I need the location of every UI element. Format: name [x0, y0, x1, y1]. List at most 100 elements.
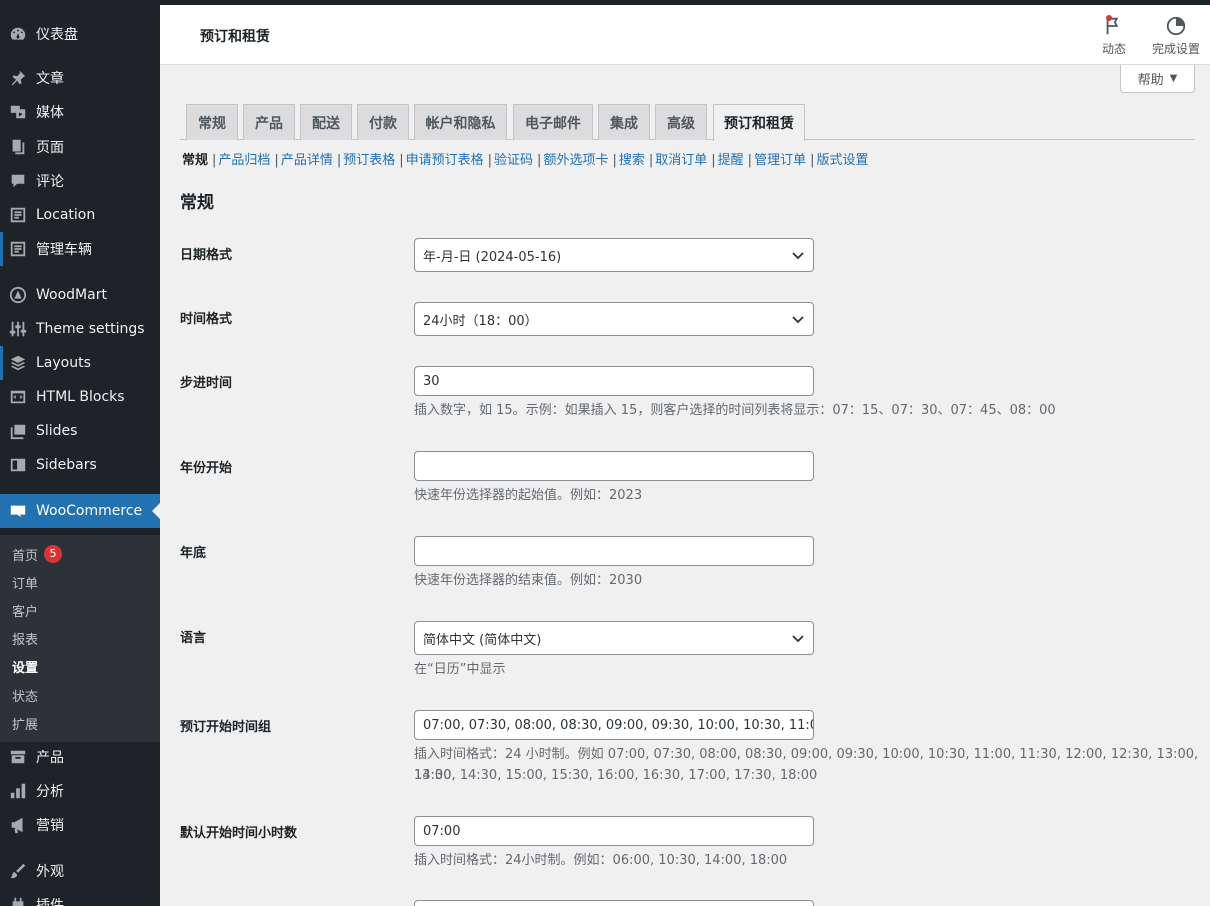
language-description: 在“日历”中显示	[414, 662, 506, 677]
tab-emails[interactable]: 电子邮件	[513, 104, 593, 140]
menu-theme-settings[interactable]: Theme settings	[0, 312, 160, 346]
menu-layouts[interactable]: Layouts	[0, 346, 160, 380]
menu-dashboard[interactable]: 仪表盘	[0, 17, 160, 51]
menu-sidebars[interactable]: Sidebars	[0, 448, 160, 482]
menu-label: 插件	[36, 898, 64, 906]
year-start-input[interactable]	[414, 451, 814, 481]
tab-accounts-privacy[interactable]: 帐户和隐私	[414, 104, 507, 140]
subnav-layout-settings[interactable]: 版式设置	[816, 153, 868, 168]
default-start-description: 插入时间格式：24小时制。例如：06:00, 10:30, 14:00, 18:…	[414, 853, 788, 868]
dashboard-icon	[8, 24, 28, 44]
start-times-input[interactable]: 07:00, 07:30, 08:00, 08:30, 09:00, 09:30…	[414, 710, 814, 740]
subnav-reminder[interactable]: 提醒	[718, 153, 744, 168]
next-field-input[interactable]	[414, 900, 814, 906]
tab-booking-rental[interactable]: 预订和租赁	[713, 104, 805, 141]
subnav-request-booking-form[interactable]: 申请预订表格	[406, 153, 484, 168]
time-format-select[interactable]: 24小时（18：00）	[414, 302, 814, 336]
submenu-orders[interactable]: 订单	[12, 570, 38, 594]
menu-slides[interactable]: Slides	[0, 414, 160, 448]
menu-analytics[interactable]: 分析	[0, 774, 160, 808]
menu-label: HTML Blocks	[36, 389, 125, 405]
date-format-select[interactable]: 年-月-日 (2024-05-16)	[414, 238, 814, 272]
menu-label: 仪表盘	[36, 27, 78, 43]
submenu-extensions[interactable]: 扩展	[12, 711, 38, 735]
menu-marketing[interactable]: 营销	[0, 808, 160, 842]
menu-vehicles[interactable]: 管理车辆	[0, 232, 160, 266]
menu-appearance[interactable]: 外观	[0, 854, 160, 888]
time-format-label: 时间格式	[180, 312, 233, 327]
language-label: 语言	[180, 631, 207, 646]
tab-general[interactable]: 常规	[186, 104, 238, 140]
year-start-description: 快速年份选择器的起始值。例如：2023	[414, 488, 643, 503]
archive-icon	[8, 747, 28, 767]
media-icon	[8, 102, 28, 122]
menu-woocommerce[interactable]: WooCommerce	[0, 494, 160, 528]
step-time-label: 步进时间	[180, 376, 233, 391]
menu-label: 媒体	[36, 105, 64, 121]
woo-icon	[8, 501, 28, 521]
menu-media[interactable]: 媒体	[0, 95, 160, 129]
subnav-search[interactable]: 搜索	[619, 153, 645, 168]
year-end-label: 年底	[180, 546, 207, 561]
year-end-description: 快速年份选择器的结束值。例如：2030	[414, 573, 643, 588]
subnav-product-archive[interactable]: 产品归档	[218, 153, 270, 168]
submenu-label: 首页	[12, 548, 39, 564]
submenu-customers[interactable]: 客户	[12, 598, 38, 622]
step-time-input[interactable]: 30	[414, 366, 814, 396]
menu-label: 产品	[36, 750, 64, 766]
subnav-extra-tabs[interactable]: 额外选项卡	[543, 153, 608, 168]
chevron-down-icon	[792, 635, 804, 643]
submenu-settings[interactable]: 设置	[12, 654, 38, 678]
subnav-general[interactable]: 常规	[182, 153, 208, 168]
step-time-value: 30	[423, 373, 440, 389]
menu-pages[interactable]: 页面	[0, 130, 160, 164]
subnav-manage-order[interactable]: 管理订单	[754, 153, 806, 168]
tab-products[interactable]: 产品	[243, 104, 295, 140]
submenu-label: 报表	[12, 632, 39, 648]
submenu-label: 订单	[12, 576, 39, 592]
tab-advanced[interactable]: 高级	[655, 104, 707, 140]
submenu-home[interactable]: 首页 5	[12, 542, 63, 566]
tab-payments[interactable]: 付款	[357, 104, 409, 140]
subnav-product-details[interactable]: 产品详情	[281, 153, 333, 168]
submenu-label: 状态	[12, 689, 39, 705]
menu-html-blocks[interactable]: HTML Blocks	[0, 380, 160, 414]
submenu-reports[interactable]: 报表	[12, 626, 38, 650]
menu-plugins[interactable]: 插件	[0, 888, 160, 906]
comment-icon	[8, 171, 28, 191]
menu-posts[interactable]: 文章	[0, 61, 160, 95]
sidebar-icon	[8, 455, 28, 475]
tab-integration[interactable]: 集成	[598, 104, 650, 140]
subsection-nav: 常规 | 产品归档 | 产品详情 | 预订表格 | 申请预订表格 | 验证码 | 额外选项卡 | 搜索 | 取消…	[182, 153, 869, 168]
bar-chart-icon	[8, 781, 28, 801]
submenu-label: 设置	[12, 660, 39, 676]
year-end-input[interactable]	[414, 536, 814, 566]
location-icon	[8, 205, 28, 225]
code-block-icon	[8, 387, 28, 407]
menu-products[interactable]: 产品	[0, 740, 160, 774]
menu-woodmart[interactable]: WoodMart	[0, 278, 160, 312]
tab-shipping[interactable]: 配送	[300, 104, 352, 140]
default-start-input[interactable]: 07:00	[414, 816, 814, 846]
menu-location[interactable]: Location	[0, 198, 160, 232]
menu-label: 管理车辆	[36, 242, 92, 258]
default-start-value: 07:00	[423, 823, 461, 839]
menu-comments[interactable]: 评论	[0, 164, 160, 198]
page-title: 预订和租赁	[200, 29, 270, 45]
layers-icon	[8, 353, 28, 373]
language-select[interactable]: 简体中文 (简体中文)	[414, 621, 814, 655]
page-header: 预订和租赁 动态 完成设置	[160, 5, 1210, 65]
submenu-status[interactable]: 状态	[12, 683, 38, 707]
subnav-booking-form[interactable]: 预订表格	[343, 153, 395, 168]
progress-circle-icon	[1166, 16, 1186, 36]
activity-label: 动态	[1101, 42, 1126, 56]
finish-setup-button[interactable]: 完成设置	[1146, 15, 1206, 61]
activity-button[interactable]: 动态	[1084, 15, 1144, 61]
subnav-cancel-order[interactable]: 取消订单	[655, 153, 707, 168]
start-times-value: 07:00, 07:30, 08:00, 08:30, 09:00, 09:30…	[423, 717, 813, 733]
vehicle-icon	[8, 239, 28, 259]
help-button[interactable]: 帮助 ▼	[1120, 65, 1195, 93]
menu-label: 文章	[36, 71, 64, 87]
menu-label: Location	[36, 207, 96, 223]
subnav-captcha[interactable]: 验证码	[494, 153, 533, 168]
